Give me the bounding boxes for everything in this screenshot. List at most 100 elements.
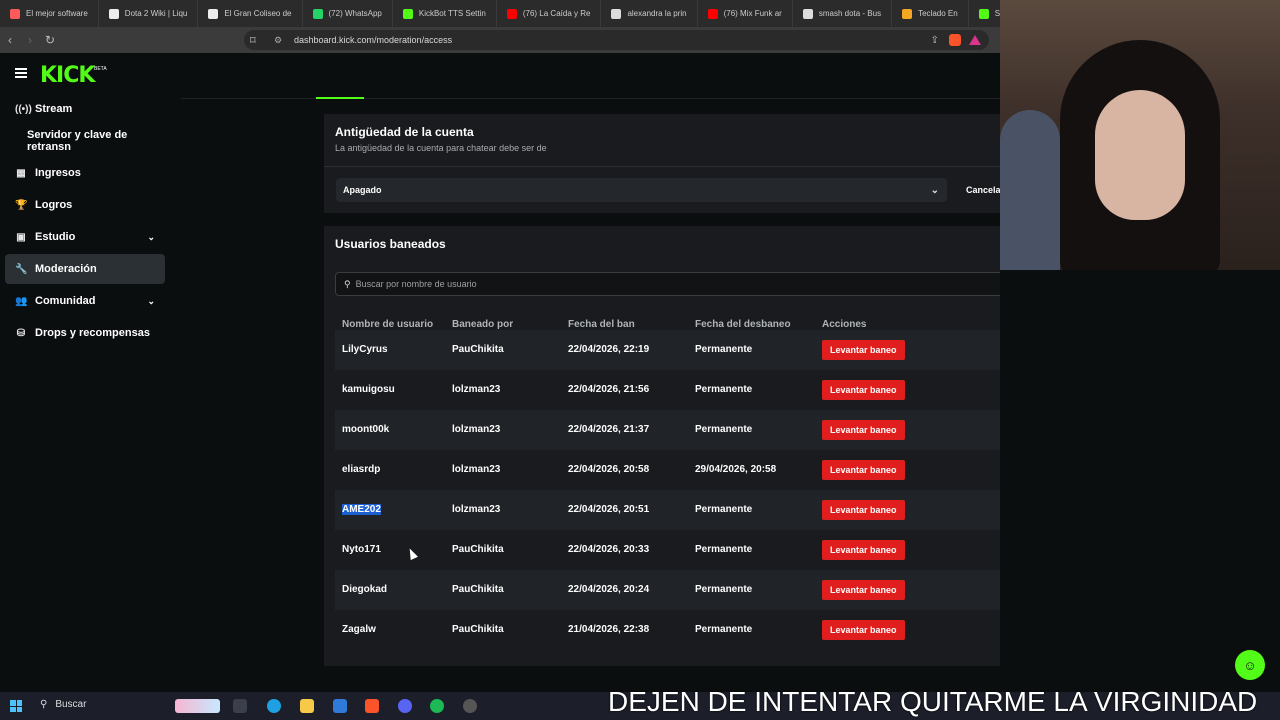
sidebar-item-label: Comunidad: [35, 295, 96, 307]
sidebar-item[interactable]: 👥 Comunidad ⌄: [5, 286, 165, 316]
table-cell-unban: 29/04/2026, 20:58: [695, 464, 777, 475]
unban-button[interactable]: Levantar baneo: [822, 340, 905, 360]
browser-tab[interactable]: KickBot TTS Settin: [393, 0, 497, 27]
obs-icon[interactable]: [463, 699, 477, 713]
table-cell-by: PauChikita: [452, 544, 504, 555]
account-age-select[interactable]: Apagado ⌄: [336, 178, 947, 202]
banned-users-title: Usuarios baneados: [335, 237, 446, 251]
table-row: Zagalw PauChikita 21/04/2026, 22:38 Permane…: [335, 610, 1111, 650]
share-icon[interactable]: ⇪: [931, 35, 939, 46]
site-settings-icon[interactable]: ⚙: [274, 35, 282, 46]
edge-icon[interactable]: [267, 699, 281, 713]
table-cell-by: lolzman23: [452, 424, 501, 435]
brave-icon[interactable]: [365, 699, 379, 713]
active-tab-indicator: [316, 97, 364, 99]
tab-favicon-icon: [312, 8, 323, 19]
column-header: Acciones: [822, 319, 867, 330]
url-field[interactable]: ⌑ ⚙ dashboard.kick.com/moderation/access…: [244, 30, 989, 50]
tab-favicon-icon: [902, 8, 913, 19]
table-cell-user[interactable]: AME202: [342, 504, 381, 515]
spotify-icon[interactable]: [430, 699, 444, 713]
tab-label: Teclado En: [918, 9, 958, 18]
sidebar-item[interactable]: 🔧 Moderación: [5, 254, 165, 284]
table-cell-user[interactable]: Diegokad: [342, 584, 387, 595]
unban-button[interactable]: Levantar baneo: [822, 460, 905, 480]
table-cell-date: 22/04/2026, 20:58: [568, 464, 650, 475]
table-cell-user[interactable]: moont00k: [342, 424, 389, 435]
kick-logo[interactable]: KICK: [40, 63, 95, 88]
table-cell-by: PauChikita: [452, 624, 504, 635]
browser-tab[interactable]: smash dota - Bus: [793, 0, 893, 27]
unban-button[interactable]: Levantar baneo: [822, 380, 905, 400]
back-icon[interactable]: ‹: [0, 33, 20, 47]
table-cell-date: 22/04/2026, 22:19: [568, 344, 650, 355]
discord-icon[interactable]: [398, 699, 412, 713]
table-row: moont00k lolzman23 22/04/2026, 21:37 Perman…: [335, 410, 1111, 450]
brave-shield-icon[interactable]: [949, 34, 961, 46]
unban-button[interactable]: Levantar baneo: [822, 620, 905, 640]
sidebar-item[interactable]: 🏆 Logros: [5, 190, 165, 220]
support-chat-icon[interactable]: ☺: [1235, 650, 1265, 680]
widget-icon[interactable]: [175, 699, 220, 713]
unban-button[interactable]: Levantar baneo: [822, 580, 905, 600]
store-icon[interactable]: [333, 699, 347, 713]
webcam-overlay: [1000, 0, 1280, 270]
browser-tab-strip: El mejor software Dota 2 Wiki | Liqu El Gr…: [0, 0, 1000, 27]
browser-tab[interactable]: El Gran Coliseo de: [198, 0, 303, 27]
sidebar-item-label: Servidor y clave de retransn: [27, 129, 128, 153]
browser-tab[interactable]: Dota 2 Wiki | Liqu: [99, 0, 199, 27]
dashboard-header: [0, 53, 1000, 97]
sidebar-item-label: Moderación: [35, 263, 97, 275]
table-cell-unban: Permanente: [695, 584, 753, 595]
browser-tab[interactable]: Teclado En: [892, 0, 969, 27]
cancel-button[interactable]: Cancela: [966, 185, 1001, 195]
tab-favicon-icon: [611, 8, 622, 19]
table-cell-user[interactable]: Nyto171: [342, 544, 381, 555]
unban-button[interactable]: Levantar baneo: [822, 420, 905, 440]
chevron-down-icon: ⌄: [930, 184, 939, 196]
community-icon: 👥: [15, 295, 28, 307]
table-cell-user[interactable]: LilyCyrus: [342, 344, 388, 355]
reload-icon[interactable]: ↻: [40, 33, 60, 47]
drops-icon: ⛁: [16, 327, 26, 339]
table-cell-unban: Permanente: [695, 384, 753, 395]
browser-tab[interactable]: El mejor software: [0, 0, 99, 27]
browser-tab[interactable]: alexandra la prin: [601, 0, 698, 27]
unban-button[interactable]: Levantar baneo: [822, 500, 905, 520]
table-cell-user[interactable]: Zagalw: [342, 624, 376, 635]
table-cell-user[interactable]: eliasrdp: [342, 464, 380, 475]
task-view-icon[interactable]: [233, 699, 247, 713]
search-icon: ⚲: [344, 278, 351, 289]
browser-tab[interactable]: (72) WhatsApp: [303, 0, 393, 27]
sidebar-item[interactable]: ⛁ Drops y recompensas: [5, 318, 165, 348]
tab-label: El mejor software: [26, 9, 88, 18]
browser-tab[interactable]: (76) La Caída y Re: [497, 0, 602, 27]
file-explorer-icon[interactable]: [300, 699, 314, 713]
sidebar-item[interactable]: ▣ Estudio ⌄: [5, 222, 165, 252]
tab-label: alexandra la prin: [627, 9, 687, 18]
chevron-down-icon: ⌄: [147, 295, 155, 306]
sidebar-item[interactable]: ▦ Ingresos: [5, 158, 165, 188]
table-cell-date: 22/04/2026, 21:56: [568, 384, 650, 395]
table-cell-user[interactable]: kamuigosu: [342, 384, 395, 395]
column-header: Nombre de usuario: [342, 319, 434, 330]
windows-start-icon[interactable]: [10, 700, 22, 712]
url-text: dashboard.kick.com/moderation/access: [294, 35, 453, 45]
table-row: eliasrdp lolzman23 22/04/2026, 20:58 29/04/…: [335, 450, 1111, 490]
unban-button[interactable]: Levantar baneo: [822, 540, 905, 560]
table-cell-date: 22/04/2026, 20:51: [568, 504, 650, 515]
sidebar-item[interactable]: ((•)) Stream: [5, 94, 165, 124]
sidebar-item[interactable]: Servidor y clave de retransn: [5, 126, 165, 156]
table-row: Nyto171 PauChikita 22/04/2026, 20:33 Perman…: [335, 530, 1111, 570]
table-cell-unban: Permanente: [695, 504, 753, 515]
browser-tab[interactable]: Stream: [969, 0, 1000, 27]
account-age-subtitle: La antigüedad de la cuenta para chatear …: [335, 143, 547, 153]
banned-search-input[interactable]: ⚲ Buscar por nombre de usuario: [335, 272, 1113, 296]
taskbar-search[interactable]: ⚲ Buscar: [40, 699, 86, 710]
menu-icon[interactable]: [15, 68, 27, 78]
browser-tab[interactable]: (76) Mix Funk ar: [698, 0, 793, 27]
trophy-icon: 🏆: [15, 199, 28, 211]
forward-icon[interactable]: ›: [20, 33, 40, 47]
bookmark-icon[interactable]: ⌑: [250, 34, 256, 47]
brave-rewards-icon[interactable]: [969, 35, 981, 45]
